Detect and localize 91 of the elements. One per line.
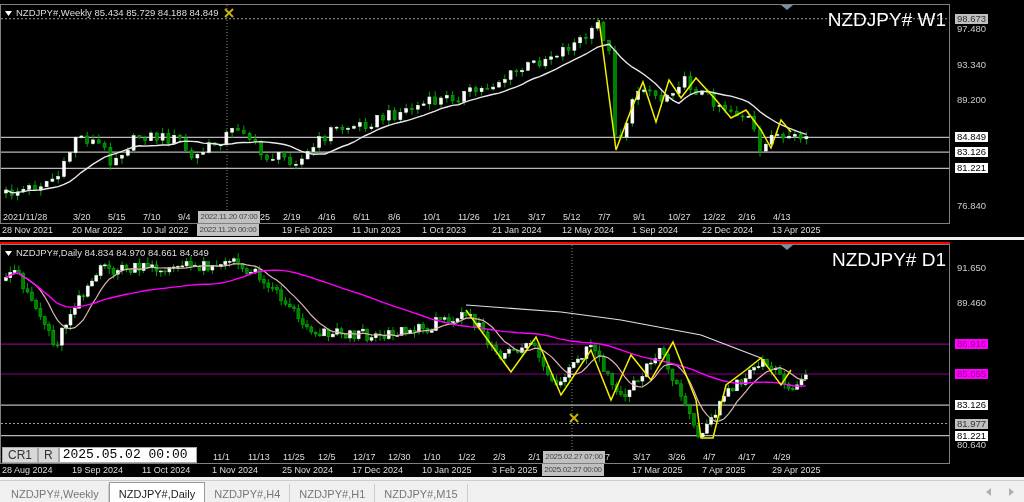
time-label: 11/26 bbox=[458, 211, 480, 223]
price-label: 89.200 bbox=[956, 95, 988, 105]
toggle-button[interactable]: CR1 bbox=[2, 447, 38, 463]
time-label: 21 Jan 2024 bbox=[492, 224, 542, 236]
price-label: 85.055 bbox=[955, 369, 989, 379]
time-label: 10/27 bbox=[668, 211, 691, 223]
time-label: 1 Sep 2024 bbox=[632, 224, 679, 236]
price-label: 80.640 bbox=[956, 440, 988, 450]
time-label: 1/22 bbox=[458, 451, 476, 463]
chart-tab[interactable]: NZDJPY#,H1 bbox=[290, 484, 376, 502]
time-label: 1 Nov 2024 bbox=[212, 464, 259, 476]
price-label: 89.460 bbox=[956, 298, 988, 309]
time-label: 20 Mar 2022 bbox=[72, 224, 123, 236]
time-label: 7 Apr 2025 bbox=[702, 464, 746, 476]
time-label: 11/1 bbox=[213, 451, 230, 463]
time-label: 28 Aug 2024 bbox=[2, 464, 53, 476]
time-label: 12/30 bbox=[388, 451, 411, 463]
price-label: 81.977 bbox=[955, 418, 989, 429]
time-label: 8/6 bbox=[388, 211, 401, 223]
time-label: 2/1 bbox=[528, 451, 541, 463]
time-label: 5/12 bbox=[563, 211, 581, 223]
time-label: 11 Oct 2024 bbox=[142, 464, 191, 476]
price-label: 93.340 bbox=[956, 59, 988, 70]
price-label: 83.126 bbox=[955, 147, 989, 158]
price-label: 84.849 bbox=[955, 132, 989, 143]
price-label: 83.126 bbox=[955, 400, 989, 411]
time-label: 25 Nov 2024 bbox=[282, 464, 334, 476]
time-label: 10 Jan 2025 bbox=[422, 464, 472, 476]
price-label: 98.673 bbox=[955, 13, 989, 24]
time-label: 3/17 bbox=[528, 211, 546, 223]
time-label: 17 Dec 2024 bbox=[352, 464, 404, 476]
time-label: 7/10 bbox=[143, 211, 161, 223]
symbol-timeframe-label: NZDJPY# D1 bbox=[831, 248, 946, 272]
time-label: 4/17 bbox=[738, 451, 756, 463]
time-label: 3/26 bbox=[668, 451, 686, 463]
time-label: 1/21 bbox=[493, 211, 511, 223]
time-label: 12/22 bbox=[703, 211, 726, 223]
time-label: 12/17 bbox=[353, 451, 376, 463]
time-label: 11 Jun 2023 bbox=[352, 224, 401, 236]
time-label: 4/7 bbox=[703, 451, 716, 463]
time-label: 19 Sep 2024 bbox=[72, 464, 124, 476]
time-label: 9/4 bbox=[178, 211, 191, 223]
chart-tab[interactable]: NZDJPY#,Weekly bbox=[2, 484, 109, 502]
toggle-button[interactable]: R bbox=[38, 447, 59, 463]
time-label: 4/16 bbox=[318, 211, 336, 223]
time-label: 25 bbox=[260, 211, 270, 223]
crosshair-time-label: 2025.02.27 00:00 bbox=[542, 464, 604, 476]
price-label: 86.916 bbox=[955, 339, 989, 350]
time-label: 2021/11/28 bbox=[3, 211, 48, 223]
chart-tab[interactable]: NZDJPY#,Daily bbox=[108, 482, 206, 502]
time-label: 2/3 bbox=[493, 451, 506, 463]
chart-tab[interactable]: NZDJPY#,M15 bbox=[375, 484, 468, 502]
time-label: 3 Feb 2025 bbox=[492, 464, 538, 476]
time-label: 4/13 bbox=[773, 211, 791, 223]
crosshair-time-label: 2022.11.20 07:00 bbox=[198, 211, 260, 223]
time-label: 29 Apr 2025 bbox=[772, 464, 821, 476]
time-label: 1 Oct 2023 bbox=[422, 224, 467, 236]
time-label: 4/29 bbox=[773, 451, 791, 463]
time-label: 7 bbox=[605, 451, 610, 463]
time-label: 10/1 bbox=[423, 211, 441, 223]
time-label: 3/17 bbox=[633, 451, 651, 463]
price-label: 91.650 bbox=[956, 263, 988, 273]
time-label: 12 May 2024 bbox=[562, 224, 615, 236]
date-field[interactable]: 2025.05.02 00:00 bbox=[58, 447, 197, 463]
crosshair-time-label: 2022.11.20 00:00 bbox=[197, 224, 259, 236]
time-label: 11/13 bbox=[248, 451, 270, 463]
time-label: 22 Dec 2024 bbox=[702, 224, 754, 236]
time-label: 3/20 bbox=[73, 211, 91, 223]
crosshair-time-label: 2025.02.27 07:00 bbox=[543, 451, 605, 463]
symbol-timeframe-label: NZDJPY# W1 bbox=[827, 8, 946, 32]
time-label: 13 Apr 2025 bbox=[772, 224, 821, 236]
time-label: 2/19 bbox=[283, 211, 301, 223]
price-label: 76.840 bbox=[956, 201, 988, 211]
time-label: 6/11 bbox=[353, 211, 370, 223]
time-label: 17 Mar 2025 bbox=[632, 464, 683, 476]
chart-info-text: NZDJPY#,Daily 84.834 84.970 84.661 84.849 bbox=[16, 246, 209, 260]
time-label: 2/16 bbox=[738, 211, 756, 223]
price-label: 97.480 bbox=[956, 24, 988, 34]
time-label: 1/10 bbox=[423, 451, 441, 463]
time-label: 28 Nov 2021 bbox=[2, 224, 54, 236]
price-label: 81.221 bbox=[955, 430, 989, 441]
price-label: 81.221 bbox=[955, 163, 989, 174]
time-label: 9/1 bbox=[633, 211, 646, 223]
time-label: 7/7 bbox=[598, 211, 611, 223]
time-label: 19 Feb 2023 bbox=[282, 224, 333, 236]
time-label: 11/25 bbox=[283, 451, 305, 463]
chart-tab[interactable]: NZDJPY#,H4 bbox=[205, 484, 291, 502]
time-label: 10 Jul 2022 bbox=[142, 224, 189, 236]
time-label: 12/5 bbox=[318, 451, 336, 463]
time-label: 5/15 bbox=[108, 211, 126, 223]
chart-info-text: NZDJPY#,Weekly 85.434 85.729 84.188 84.849 bbox=[16, 6, 219, 20]
